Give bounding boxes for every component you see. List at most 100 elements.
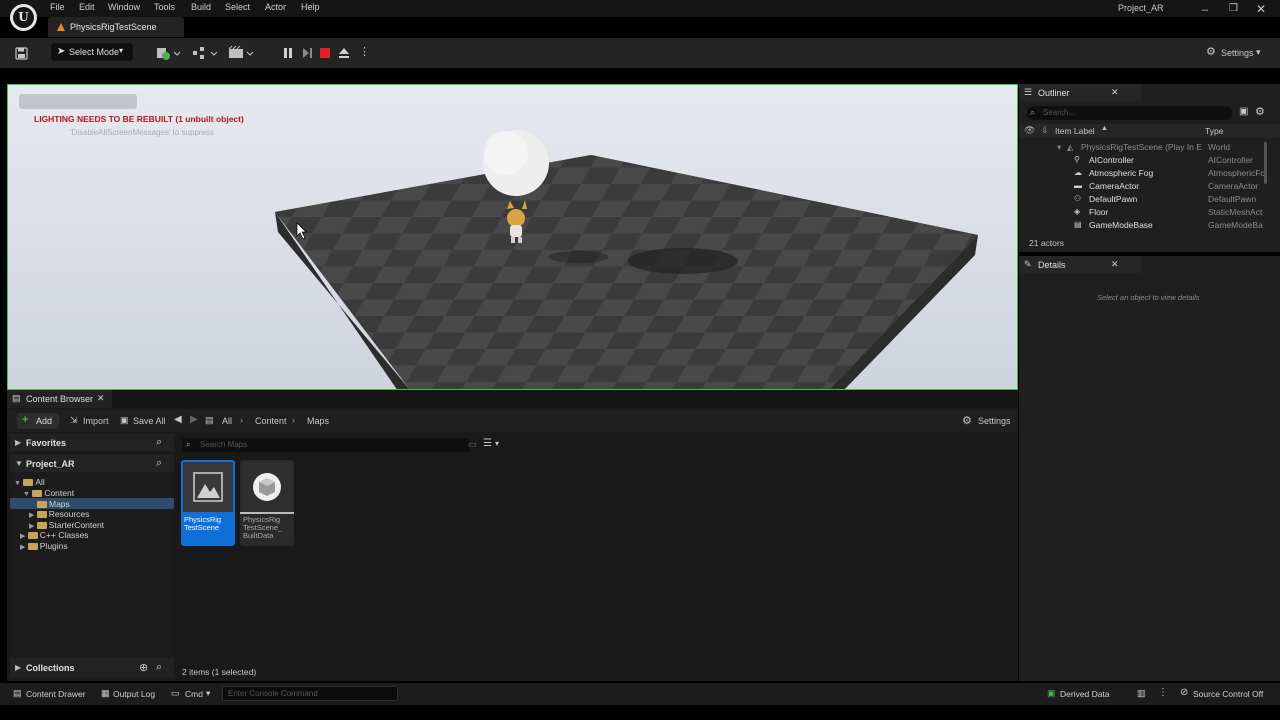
content-browser: ▤ Content Browser ✕ + Add ⇲ Import ▣ Sav… [7,390,1018,681]
close-icon[interactable]: ✕ [1111,87,1119,98]
outliner-row[interactable]: ⚲ AIController AIController [1019,154,1280,167]
main-toolbar: ➤ Select Mode ▾ ⋮ ⚙ Settings ▾ [0,38,1280,68]
cmd-dropdown[interactable]: Cmd [185,689,203,699]
save-icon[interactable] [15,47,28,60]
close-icon[interactable]: ✕ [1256,2,1266,16]
chevron-down-icon: ▼ [15,459,23,468]
row-label: GameModeBase [1089,220,1153,230]
save-search-icon[interactable]: ▭ [468,439,477,450]
breadcrumb-all[interactable]: All [222,416,232,426]
import-button[interactable]: Import [83,416,109,426]
history-forward-icon[interactable]: ▶ [190,414,198,425]
minimize-icon[interactable]: – [1202,4,1208,16]
source-control-button[interactable]: Source Control Off [1193,689,1263,699]
item-count-status: 2 items (1 selected) [182,667,257,677]
world-icon: ◭ [1067,142,1074,152]
breadcrumb-maps[interactable]: Maps [307,416,329,426]
console-command-input[interactable]: Enter Console Command [222,686,398,701]
search-icon[interactable]: ⌕ [156,661,162,674]
menu-help[interactable]: Help [301,2,320,12]
outliner-search-input[interactable]: ⌕ Search... [1027,106,1232,120]
row-type: GameModeBa [1208,220,1263,230]
favorites-header[interactable]: ▶ Favorites ⌕ [10,434,174,451]
add-folder-icon[interactable]: ▣ [1239,106,1248,117]
add-collection-icon[interactable]: ⊕ [139,661,148,674]
outliner-tab[interactable]: ☰ Outliner ✕ [1019,84,1141,101]
menu-edit[interactable]: Edit [79,2,95,12]
pin-icon[interactable]: ⇩ [1041,125,1049,136]
row-label: Floor [1089,207,1109,217]
output-log-button[interactable]: Output Log [113,689,155,699]
tree-item-plugins[interactable]: ▶ Plugins [20,541,68,552]
settings-gear-icon[interactable]: ⚙ [1206,45,1216,58]
select-mode-dropdown[interactable]: ➤ Select Mode ▾ [51,43,133,61]
project-header[interactable]: ▼ Project_AR ⌕ [10,455,174,472]
menu-tools[interactable]: Tools [154,2,175,12]
outliner-row[interactable]: ▤ GameModeBase GameModeBa [1019,219,1280,232]
import-icon: ⇲ [70,415,78,425]
save-all-button[interactable]: Save All [133,416,166,426]
toolbar-settings-label[interactable]: Settings [1221,48,1254,58]
map-icon [193,472,223,502]
level-tab[interactable]: PhysicsRigTestScene [48,17,184,37]
breadcrumb-content[interactable]: Content [255,416,287,426]
outliner-scrollbar[interactable] [1264,142,1267,184]
cinematics-icon[interactable] [228,46,254,60]
details-tab[interactable]: ✎ Details ✕ [1019,256,1141,273]
history-back-icon[interactable]: ◀ [174,414,182,425]
asset-tile-physicsrig-builtdata[interactable]: PhysicsRig TestScene_ BuiltData [240,460,294,546]
cb-settings-button[interactable]: Settings [978,416,1011,426]
asset-thumbnail [183,462,233,512]
menu-bar: File Edit Window Tools Build Select Acto… [0,0,1280,17]
stop-icon[interactable] [318,46,332,60]
outliner-row[interactable]: ◈ Floor StaticMeshAct [1019,206,1280,219]
network-icon[interactable]: ▥ [1137,688,1146,699]
outliner-root-row[interactable]: ▾ ◭ PhysicsRigTestScene (Play In E World [1019,141,1280,154]
add-actor-icon[interactable] [156,46,180,60]
tree-item-resources[interactable]: ▶ Resources [29,509,89,520]
menu-actor[interactable]: Actor [265,2,286,12]
tree-item-all[interactable]: ▼ All [14,477,45,488]
collections-header[interactable]: ▶ Collections ⊕ ⌕ [10,658,174,677]
outliner-icon: ☰ [1024,87,1033,97]
close-icon[interactable]: ✕ [97,393,105,404]
maximize-icon[interactable]: ❐ [1229,3,1238,14]
asset-tile-physicsrig-testscene[interactable]: PhysicsRig TestScene [181,460,235,546]
chevron-right-icon: ▶ [15,438,22,447]
pause-icon[interactable] [281,46,295,60]
close-icon[interactable]: ✕ [1111,259,1119,270]
search-icon: ⌕ [186,439,192,449]
outliner-row[interactable]: ☁ Atmospheric Fog AtmosphericFo [1019,167,1280,180]
visibility-icon[interactable]: 👁 [1024,125,1035,136]
more-options-icon[interactable]: ⋮ [359,45,370,58]
search-icon[interactable]: ⌕ [156,436,162,449]
derived-data-button[interactable]: Derived Data [1060,689,1110,699]
source-tree-panel: ▶ Favorites ⌕ ▼ Project_AR ⌕ ▼ All ▼ Con… [10,434,174,681]
tree-item-cpp-classes[interactable]: ▶ C++ Classes [20,530,88,541]
asset-view: ⌕ Search Maps ▭ ☰ ▾ 2 items (1 selected) [177,434,1018,681]
search-icon[interactable]: ⌕ [156,457,162,470]
col-type[interactable]: Type [1205,126,1223,136]
col-item-label[interactable]: Item Label [1055,126,1095,136]
add-button[interactable]: + Add [17,413,59,429]
expand-arrow-icon[interactable]: ▾ [1057,142,1061,153]
blueprint-icon[interactable] [192,46,218,60]
content-drawer-button[interactable]: Content Drawer [26,689,86,699]
menu-file[interactable]: File [50,2,65,12]
menu-window[interactable]: Window [108,2,140,12]
level-viewport[interactable]: LIGHTING NEEDS TO BE REBUILT (1 unbuilt … [7,84,1018,390]
filter-icon[interactable]: ☰ [483,438,492,449]
chevron-down-icon: ▾ [119,46,124,55]
gear-icon[interactable]: ⚙ [1255,105,1265,118]
gear-icon: ⚙ [962,415,972,427]
outliner-row[interactable]: ⚇ DefaultPawn DefaultPawn [1019,193,1280,206]
viewport-options-pill[interactable] [19,94,137,109]
content-browser-tab[interactable]: ▤ Content Browser ✕ [7,390,112,408]
menu-build[interactable]: Build [191,2,211,12]
menu-select[interactable]: Select [225,2,250,12]
eject-icon[interactable] [337,46,351,60]
asset-search-input[interactable]: ⌕ Search Maps [182,438,470,452]
step-forward-icon[interactable] [300,46,314,60]
outliner-row[interactable]: ▬ CameraActor CameraActor [1019,180,1280,193]
more-options-icon[interactable]: ⋮ [1158,687,1168,698]
